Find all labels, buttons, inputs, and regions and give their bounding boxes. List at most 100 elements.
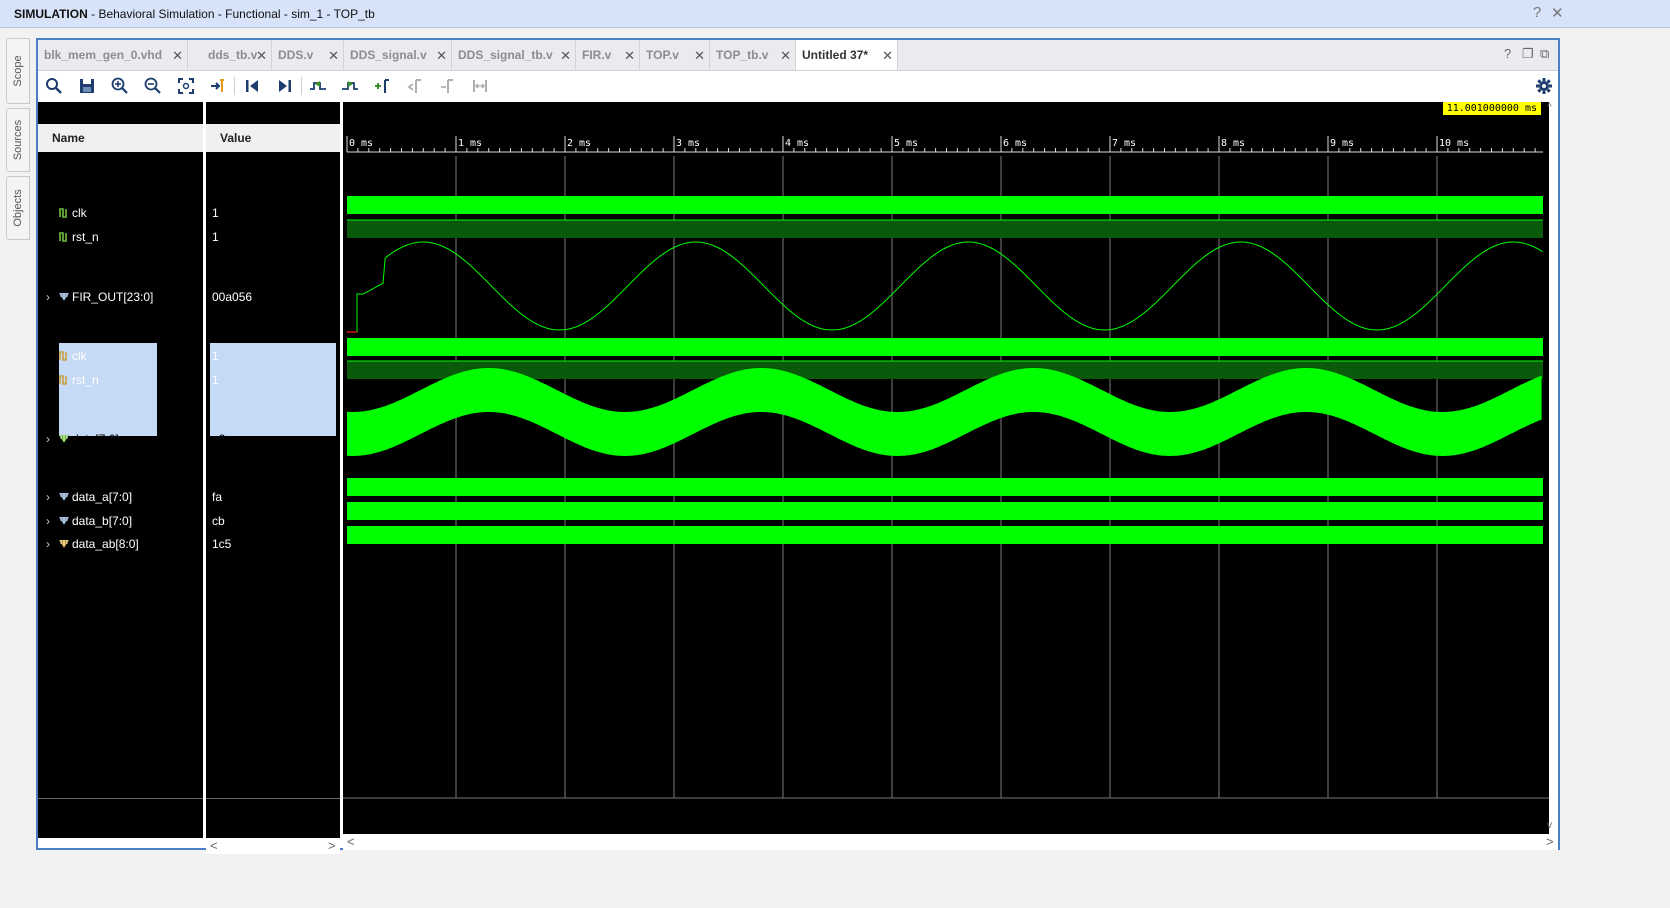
signal-row[interactable]: › data[7:0] bbox=[38, 428, 203, 450]
waveform-canvas[interactable]: 0 ms 1 ms 2 ms 3 ms 4 ms 5 ms 6 ms 7 ms 8 ms 9 ms… bbox=[343, 102, 1549, 834]
ruler-tick-label: 2 ms bbox=[567, 138, 591, 149]
tab-dds-signal[interactable]: DDS_signal.v ✕ bbox=[344, 40, 452, 70]
panel-restore-icon[interactable]: ❐ bbox=[1522, 46, 1534, 62]
bus-signal-icon bbox=[58, 291, 70, 303]
side-tab-scope[interactable]: Scope bbox=[6, 38, 30, 104]
go-to-last-time-icon[interactable] bbox=[275, 76, 295, 96]
bit-signal-icon bbox=[58, 231, 70, 243]
bus-signal-icon bbox=[58, 433, 70, 445]
tab-close-icon[interactable]: ✕ bbox=[436, 41, 447, 71]
wave-hscrollbar[interactable]: < > bbox=[343, 834, 1558, 850]
tab-close-icon[interactable]: ✕ bbox=[694, 41, 705, 71]
bus-signal-icon bbox=[58, 491, 70, 503]
toolbar-separator bbox=[234, 77, 235, 95]
signal-row[interactable]: clk bbox=[38, 202, 203, 224]
scroll-down-arrow-icon[interactable]: v bbox=[1547, 820, 1552, 831]
help-icon[interactable]: ? bbox=[1533, 4, 1541, 21]
expand-chevron-icon[interactable]: › bbox=[46, 286, 50, 308]
tab-close-icon[interactable]: ✕ bbox=[328, 41, 339, 71]
tab-blk-mem-gen[interactable]: blk_mem_gen_0.vhd ✕ bbox=[38, 40, 188, 70]
go-to-cursor-icon[interactable] bbox=[208, 76, 228, 96]
scroll-right-arrow-icon[interactable]: > bbox=[1546, 834, 1554, 849]
expand-chevron-icon[interactable]: › bbox=[46, 533, 50, 555]
previous-marker-icon[interactable] bbox=[405, 76, 425, 96]
tab-close-icon[interactable]: ✕ bbox=[172, 41, 183, 71]
next-marker-icon[interactable] bbox=[437, 76, 457, 96]
expand-chevron-icon[interactable]: › bbox=[46, 428, 50, 450]
tab-fir[interactable]: FIR.v ✕ bbox=[576, 40, 640, 70]
tab-dds-tb[interactable]: dds_tb.v ✕ bbox=[202, 40, 272, 70]
bit-signal-icon bbox=[58, 374, 70, 386]
zoom-out-icon[interactable] bbox=[143, 76, 163, 96]
signal-name: data_a[7:0] bbox=[72, 490, 133, 504]
bit-signal-icon bbox=[58, 207, 70, 219]
tab-dds[interactable]: DDS.v ✕ bbox=[272, 40, 344, 70]
signal-value: 1 bbox=[212, 230, 219, 244]
names-divider bbox=[38, 798, 203, 799]
fir-out-analog-waveform bbox=[347, 241, 1543, 333]
data-ab-waveform bbox=[347, 526, 1543, 544]
scroll-right-arrow-icon[interactable]: > bbox=[328, 838, 336, 853]
signal-row[interactable]: › data_a[7:0] bbox=[38, 486, 203, 508]
ruler-tick-label: 0 ms bbox=[349, 138, 373, 149]
signal-value: 1c5 bbox=[212, 537, 232, 551]
bus-signal-icon bbox=[58, 515, 70, 527]
scroll-left-arrow-icon[interactable]: < bbox=[347, 834, 355, 849]
tab-close-icon[interactable]: ✕ bbox=[560, 41, 571, 71]
tab-top[interactable]: TOP.v ✕ bbox=[640, 40, 710, 70]
toolbar-separator bbox=[301, 77, 302, 95]
signal-name: rst_n bbox=[72, 230, 99, 244]
search-icon[interactable] bbox=[44, 76, 64, 96]
signal-row[interactable]: › data_b[7:0] bbox=[38, 510, 203, 532]
zoom-in-icon[interactable] bbox=[110, 76, 130, 96]
values-hscrollbar[interactable]: < > bbox=[206, 838, 340, 854]
panel-maximize-icon[interactable]: ⧉ bbox=[1540, 46, 1549, 62]
selected-value-highlight bbox=[210, 343, 336, 436]
signal-name: data_ab[8:0] bbox=[72, 537, 139, 551]
side-tab-sources[interactable]: Sources bbox=[6, 108, 30, 172]
values-divider bbox=[206, 798, 340, 799]
next-transition-icon[interactable] bbox=[340, 76, 360, 96]
ruler-tick-label: 4 ms bbox=[785, 138, 809, 149]
value-column-header[interactable]: Value bbox=[206, 124, 340, 152]
signal-row[interactable]: › FIR_OUT[23:0] bbox=[38, 286, 203, 308]
signal-row[interactable]: rst_n bbox=[38, 226, 203, 248]
waveform-panel: blk_mem_gen_0.vhd ✕ dds_tb.v ✕ DDS.v ✕ DDS_… bbox=[36, 38, 1560, 854]
signal-value: 1 bbox=[212, 373, 219, 387]
name-column-header[interactable]: Name bbox=[38, 124, 203, 152]
swap-cursors-icon[interactable] bbox=[470, 76, 490, 96]
scroll-up-arrow-icon[interactable]: ^ bbox=[1547, 102, 1552, 113]
expand-chevron-icon[interactable]: › bbox=[46, 510, 50, 532]
save-icon[interactable] bbox=[77, 76, 97, 96]
close-icon[interactable]: ✕ bbox=[1551, 4, 1564, 22]
clk2-waveform bbox=[347, 338, 1543, 356]
tab-untitled-37[interactable]: Untitled 37* ✕ bbox=[796, 40, 898, 70]
signal-name: data[7:0] bbox=[72, 432, 119, 446]
ruler-tick-label: 5 ms bbox=[894, 138, 918, 149]
tab-close-icon[interactable]: ✕ bbox=[780, 41, 791, 71]
signal-row[interactable]: rst_n bbox=[38, 369, 203, 391]
waveform-toolbar bbox=[38, 71, 1558, 101]
tab-close-icon[interactable]: ✕ bbox=[256, 41, 267, 71]
previous-transition-icon[interactable] bbox=[308, 76, 328, 96]
tab-dds-signal-tb[interactable]: DDS_signal_tb.v ✕ bbox=[452, 40, 576, 70]
signal-row[interactable]: › data_ab[8:0] bbox=[38, 533, 203, 555]
ruler-tick-label: 8 ms bbox=[1221, 138, 1245, 149]
panel-help-icon[interactable]: ? bbox=[1504, 46, 1511, 61]
tab-close-icon[interactable]: ✕ bbox=[624, 41, 635, 71]
go-to-time-zero-icon[interactable] bbox=[242, 76, 262, 96]
scroll-left-arrow-icon[interactable]: < bbox=[210, 838, 218, 853]
signal-row[interactable]: clk bbox=[38, 345, 203, 367]
rst-n-waveform bbox=[347, 220, 1543, 238]
add-marker-icon[interactable] bbox=[372, 76, 392, 96]
zoom-fit-icon[interactable] bbox=[176, 76, 196, 96]
ruler-tick-label: 10 ms bbox=[1439, 138, 1469, 149]
window-title: SIMULATION - Behavioral Simulation - Fun… bbox=[14, 7, 375, 21]
settings-gear-icon[interactable] bbox=[1534, 76, 1554, 96]
expand-chevron-icon[interactable]: › bbox=[46, 486, 50, 508]
side-tab-objects[interactable]: Objects bbox=[6, 176, 30, 240]
signal-value: e2 bbox=[212, 432, 226, 446]
data-a-waveform bbox=[347, 478, 1543, 496]
tab-close-icon[interactable]: ✕ bbox=[882, 41, 893, 71]
tab-top-tb[interactable]: TOP_tb.v ✕ bbox=[710, 40, 796, 70]
